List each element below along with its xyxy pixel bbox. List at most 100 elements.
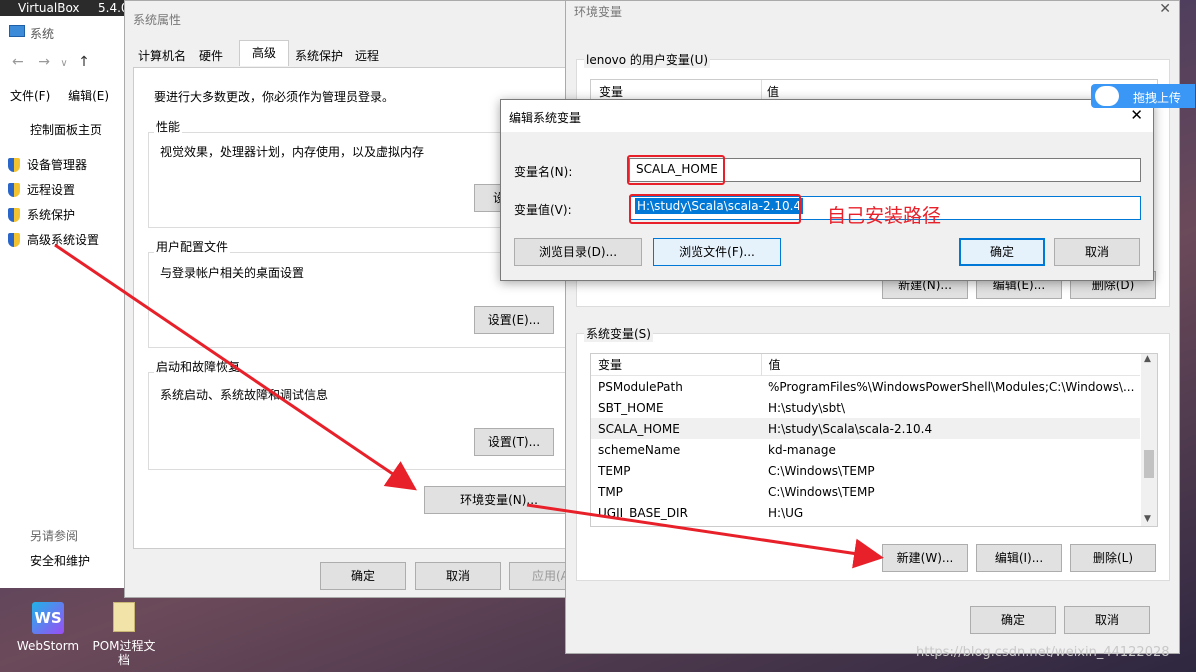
menu-edit[interactable]: 编辑(E) xyxy=(68,89,109,103)
desktop-icon-pom[interactable]: POM过程文档 xyxy=(90,602,158,672)
security-maintenance-link[interactable]: 安全和维护 xyxy=(30,552,90,569)
edit-dialog-ok-button[interactable]: 确定 xyxy=(959,238,1045,266)
shield-icon xyxy=(8,208,20,222)
back-arrow-icon[interactable]: ← xyxy=(12,54,24,70)
var-value: H:\study\sbt\ xyxy=(768,400,846,415)
scroll-up-arrow-icon[interactable]: ▲ xyxy=(1144,354,1151,364)
var-name: SCALA_HOME xyxy=(598,421,680,436)
upload-badge-label: 拖拽上传 xyxy=(1133,91,1182,105)
sys-props-apply-button[interactable]: 应用(A) xyxy=(509,562,569,590)
tab-advanced[interactable]: 高级 xyxy=(239,40,289,66)
tab-computer-name[interactable]: 计算机名 xyxy=(138,47,186,64)
remote-settings-link[interactable]: 远程设置 xyxy=(8,181,75,198)
tab-hardware[interactable]: 硬件 xyxy=(199,47,223,64)
var-name: PSModulePath xyxy=(598,379,683,394)
table-row-selected[interactable]: SCALA_HOME H:\study\Scala\scala-2.10.4 xyxy=(591,418,1140,439)
highlight-variable-value xyxy=(629,194,801,224)
system-window: 系统 ← → ∨ ↑ 文件(F) 编辑(E) 控制面板主页 设备管理器 远程设置… xyxy=(0,16,130,588)
see-also-heading: 另请参阅 xyxy=(30,529,79,543)
performance-desc: 视觉效果，处理器计划，内存使用，以及虚拟内存 xyxy=(160,145,425,159)
edit-system-variable-dialog: 编辑系统变量 ✕ 变量名(N): SCALA_HOME 变量值(V): H:\s… xyxy=(500,99,1154,281)
startup-settings-button[interactable]: 设置(T)... xyxy=(474,428,554,456)
env-cancel-button[interactable]: 取消 xyxy=(1064,606,1150,634)
user-col-var[interactable]: 变量 xyxy=(599,83,623,100)
profile-settings-button[interactable]: 设置(E)... xyxy=(474,306,554,334)
watermark: https://blog.csdn.net/weixin_44122028 xyxy=(916,645,1170,660)
system-window-icon xyxy=(9,25,25,37)
table-row[interactable]: TEMP C:\Windows\TEMP xyxy=(591,460,1140,481)
table-row[interactable]: UGII_BASE_DIR H:\UG xyxy=(591,502,1140,523)
system-properties-title: 系统属性 xyxy=(133,13,182,27)
sys-vars-header-row: 变量 值 xyxy=(591,354,1140,376)
desktop-icon-webstorm[interactable]: WS WebStorm xyxy=(14,602,82,658)
var-value: H:\UG xyxy=(768,505,804,520)
environment-variables-button[interactable]: 环境变量(N)... xyxy=(424,486,574,514)
table-row[interactable]: schemeName kd-manage xyxy=(591,439,1140,460)
var-value: C:\Windows\TEMP xyxy=(768,463,875,478)
sys-edit-button[interactable]: 编辑(I)... xyxy=(976,544,1062,572)
sys-delete-button[interactable]: 删除(L) xyxy=(1070,544,1156,572)
device-manager-link[interactable]: 设备管理器 xyxy=(8,156,87,173)
forward-arrow-icon[interactable]: → xyxy=(38,54,50,70)
shield-icon xyxy=(8,183,20,197)
edit-dialog-title-bar: 编辑系统变量 ✕ xyxy=(501,100,1153,132)
shield-icon xyxy=(8,158,20,172)
admin-note: 要进行大多数更改，你必须作为管理员登录。 xyxy=(154,90,395,104)
env-close-icon[interactable]: ✕ xyxy=(1159,1,1171,17)
control-panel-home-link[interactable]: 控制面板主页 xyxy=(30,121,102,138)
var-name: SBT_HOME xyxy=(598,400,664,415)
env-window-title: 环境变量 xyxy=(574,5,623,19)
edit-dialog-close-icon[interactable]: ✕ xyxy=(1130,106,1143,124)
performance-title: 性能 xyxy=(154,118,183,135)
top-strip: VirtualBox 5.4.0 xyxy=(0,0,130,16)
table-row[interactable]: SBT_HOME H:\study\sbt\ xyxy=(591,397,1140,418)
webstorm-icon: WS xyxy=(32,602,64,634)
scroll-down-arrow-icon[interactable]: ▼ xyxy=(1144,514,1151,524)
browse-file-button[interactable]: 浏览文件(F)... xyxy=(653,238,781,266)
tab-system-protection[interactable]: 系统保护 xyxy=(295,47,343,64)
scroll-thumb[interactable] xyxy=(1144,450,1154,478)
table-row[interactable]: PSModulePath %ProgramFiles%\WindowsPower… xyxy=(591,376,1140,398)
system-menu-bar: 文件(F) 编辑(E) xyxy=(10,87,109,104)
var-value: %ProgramFiles%\WindowsPowerShell\Modules… xyxy=(768,379,1135,394)
browse-directory-button[interactable]: 浏览目录(D)... xyxy=(514,238,642,266)
var-name: TMP xyxy=(598,484,623,499)
edit-dialog-cancel-button[interactable]: 取消 xyxy=(1054,238,1140,266)
up-arrow-icon[interactable]: ↑ xyxy=(78,54,90,70)
var-value: kd-manage xyxy=(768,442,836,457)
highlight-variable-name xyxy=(627,155,725,185)
var-value: C:\Windows\TEMP xyxy=(768,484,875,499)
sys-props-cancel-button[interactable]: 取消 xyxy=(415,562,501,590)
taskbar-app-virtualbox[interactable]: VirtualBox xyxy=(18,1,80,15)
sys-vars-list[interactable]: 变量 值 PSModulePath %ProgramFiles%\Windows… xyxy=(590,353,1158,527)
env-ok-button[interactable]: 确定 xyxy=(970,606,1056,634)
menu-file[interactable]: 文件(F) xyxy=(10,89,50,103)
upload-badge[interactable]: 拖拽上传 xyxy=(1091,84,1195,108)
variable-value-label: 变量值(V): xyxy=(514,203,572,217)
user-col-val[interactable]: 值 xyxy=(767,83,779,100)
user-vars-title: lenovo 的用户变量(U) xyxy=(584,51,711,68)
startup-title: 启动和故障恢复 xyxy=(154,358,243,375)
startup-desc: 系统启动、系统故障和调试信息 xyxy=(160,388,329,402)
desktop-icon-label: WebStorm xyxy=(16,639,80,653)
var-name: schemeName xyxy=(598,442,681,457)
advanced-settings-link[interactable]: 高级系统设置 xyxy=(8,231,99,248)
system-window-title: 系统 xyxy=(30,27,55,41)
dropdown-arrow-icon[interactable]: ∨ xyxy=(60,58,67,69)
tab-strip: 计算机名 硬件 高级 系统保护 远程 xyxy=(135,40,565,67)
variable-name-label: 变量名(N): xyxy=(514,165,573,179)
system-title-bar: 系统 xyxy=(0,16,130,46)
sys-props-ok-button[interactable]: 确定 xyxy=(320,562,406,590)
sys-vars-scrollbar[interactable]: ▲ ▼ xyxy=(1141,354,1157,526)
tab-remote[interactable]: 远程 xyxy=(355,47,379,64)
sys-vars-table: 变量 值 PSModulePath %ProgramFiles%\Windows… xyxy=(591,354,1140,523)
sys-col-var[interactable]: 变量 xyxy=(591,354,762,376)
desktop-icon-label: POM过程文档 xyxy=(92,639,156,667)
table-row[interactable]: TMP C:\Windows\TEMP xyxy=(591,481,1140,502)
system-protection-link[interactable]: 系统保护 xyxy=(8,206,75,223)
nav-arrows: ← → ∨ ↑ xyxy=(12,54,90,70)
shield-icon xyxy=(8,233,20,247)
sys-new-button[interactable]: 新建(W)... xyxy=(882,544,968,572)
sys-col-val[interactable]: 值 xyxy=(761,354,1140,376)
edit-dialog-title: 编辑系统变量 xyxy=(509,111,582,125)
